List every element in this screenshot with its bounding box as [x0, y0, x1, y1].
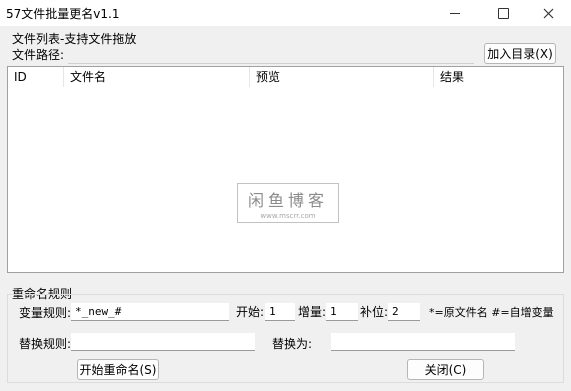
minimize-icon: [450, 12, 460, 14]
replace-rule-label: 替换规则:: [19, 337, 72, 351]
variable-rule-label: 变量规则:: [19, 306, 72, 320]
start-rename-button[interactable]: 开始重命名(S): [77, 359, 159, 380]
window-title: 57文件批量更名v1.1: [6, 7, 120, 21]
variable-rule-input[interactable]: *_new_#: [71, 303, 229, 321]
column-header-preview[interactable]: 预览: [250, 67, 434, 87]
replace-with-input[interactable]: [331, 333, 515, 351]
start-input[interactable]: 1: [265, 303, 295, 321]
close-icon: [543, 8, 553, 18]
column-header-id[interactable]: ID: [8, 67, 64, 87]
maximize-button[interactable]: [480, 0, 526, 26]
padding-label: 补位:: [360, 305, 389, 319]
increment-label: 增量:: [298, 305, 327, 319]
close-button[interactable]: 关闭(C): [407, 359, 484, 380]
start-label: 开始:: [236, 305, 265, 319]
variable-legend: *=原文件名 #=自增变量: [429, 306, 554, 319]
watermark-url: www.mscrr.com: [260, 212, 316, 220]
column-header-result[interactable]: 结果: [434, 67, 563, 87]
increment-input[interactable]: 1: [326, 303, 358, 321]
file-list-view[interactable]: ID 文件名 预览 结果: [7, 66, 564, 273]
replace-with-label: 替换为:: [272, 337, 313, 351]
file-path-input[interactable]: [68, 45, 474, 64]
title-bar: 57文件批量更名v1.1: [0, 0, 571, 26]
close-window-button[interactable]: [525, 0, 571, 26]
maximize-icon: [497, 7, 509, 19]
minimize-button[interactable]: [432, 0, 478, 26]
column-header-filename[interactable]: 文件名: [64, 67, 250, 87]
file-path-label: 文件路径:: [12, 48, 65, 62]
watermark-logo: 闲鱼博客 www.mscrr.com: [237, 183, 339, 223]
padding-input[interactable]: 2: [388, 303, 420, 321]
replace-rule-input[interactable]: [71, 333, 255, 351]
add-directory-button[interactable]: 加入目录(X): [484, 43, 556, 64]
watermark-title: 闲鱼博客: [247, 191, 328, 210]
